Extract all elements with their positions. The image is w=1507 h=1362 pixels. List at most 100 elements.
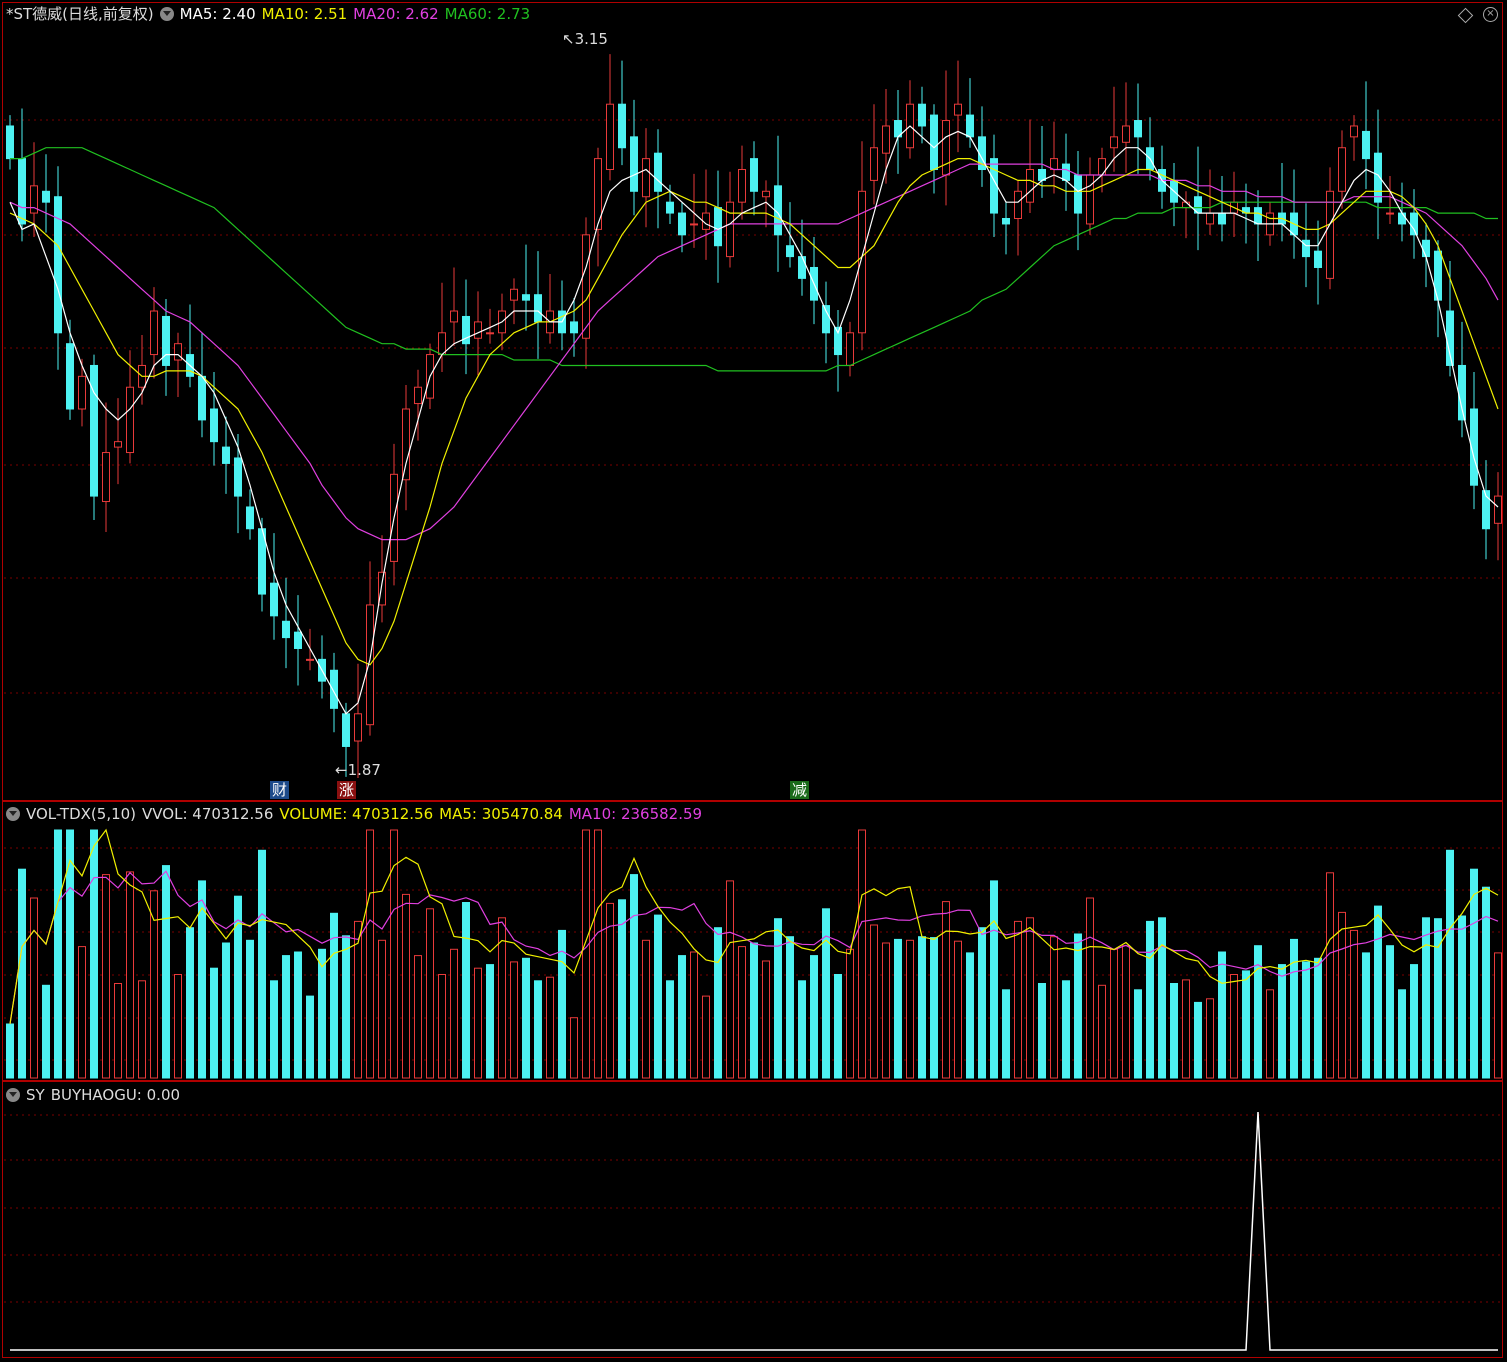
candle-body[interactable] [402,408,410,481]
volume-bar[interactable] [1230,974,1238,1079]
volume-bar[interactable] [1386,945,1394,1079]
candle-body[interactable] [522,294,530,301]
volume-bar[interactable] [738,946,746,1079]
candle-body[interactable] [78,375,86,410]
candle-body[interactable] [474,321,482,339]
volume-bar[interactable] [306,995,314,1079]
volume-bar[interactable] [1314,957,1322,1079]
candle-body[interactable] [618,103,626,149]
candle-body[interactable] [6,125,14,160]
volume-bar[interactable] [942,901,950,1079]
candle-body[interactable] [354,713,362,742]
volume-bar[interactable] [834,974,842,1079]
volume-bar[interactable] [450,948,458,1079]
candle-body[interactable] [1014,190,1022,220]
volume-bar[interactable] [594,829,602,1079]
candle-body[interactable] [66,343,74,410]
candle-body[interactable] [642,158,650,198]
volume-bar[interactable] [606,902,614,1079]
candle-body[interactable] [606,103,614,171]
volume-bar[interactable] [318,948,326,1079]
volume-bar[interactable] [1242,970,1250,1079]
candle-body[interactable] [690,223,698,226]
candle-body[interactable] [1494,495,1502,524]
volume-bar[interactable] [378,939,386,1079]
candle-body[interactable] [798,256,806,279]
volume-bar[interactable] [1302,961,1310,1079]
volume-bar[interactable] [1458,915,1466,1079]
volume-bar[interactable] [1482,886,1490,1079]
candle-body[interactable] [1110,136,1118,149]
candle-body[interactable] [210,408,218,443]
candle-body[interactable] [654,152,662,192]
candle-body[interactable] [930,114,938,171]
volume-bar[interactable] [1410,964,1418,1079]
volume-bar[interactable] [222,942,230,1079]
volume-bar[interactable] [42,984,50,1079]
volume-bar[interactable] [474,967,482,1079]
candle-body[interactable] [678,212,686,236]
volume-bar[interactable] [1086,897,1094,1079]
volume-bar[interactable] [882,942,890,1079]
volume-bar[interactable] [1050,936,1058,1079]
candle-body[interactable] [246,506,254,530]
candle-body[interactable] [270,582,278,617]
candle-body[interactable] [846,332,854,366]
candle-body[interactable] [90,364,98,497]
volume-bar[interactable] [1290,938,1298,1079]
volume-bar[interactable] [630,874,638,1079]
volume-bar[interactable] [534,980,542,1079]
candle-body[interactable] [762,190,770,198]
candle-body[interactable] [330,669,338,709]
candle-body[interactable] [1086,174,1094,225]
volume-bar[interactable] [678,955,686,1079]
volume-bar[interactable] [138,980,146,1079]
candle-body[interactable] [534,294,542,323]
volume-bar[interactable] [522,957,530,1079]
candle-body[interactable] [582,234,590,339]
volume-bar[interactable] [570,1017,578,1079]
volume-bar[interactable] [954,940,962,1079]
volume-bar[interactable] [1146,920,1154,1079]
volume-bar[interactable] [366,829,374,1079]
candle-body[interactable] [918,103,926,127]
volume-bar[interactable] [1218,951,1226,1079]
volume-bar[interactable] [798,980,806,1079]
volume-bar[interactable] [1014,920,1022,1079]
candle-body[interactable] [1206,212,1214,225]
volume-bar[interactable] [414,955,422,1079]
candle-body[interactable] [1422,239,1430,258]
candle-body[interactable] [282,620,290,639]
volume-bar[interactable] [870,924,878,1079]
volume-bar[interactable] [78,946,86,1079]
candle-body[interactable] [150,310,158,356]
volume-bar[interactable] [846,948,854,1079]
candle-body[interactable] [1122,125,1130,143]
candle-body[interactable] [438,332,446,356]
volume-bar[interactable] [186,927,194,1079]
volume-bar[interactable] [282,955,290,1079]
marker-reduce[interactable]: 减 [790,781,810,799]
candle-body[interactable] [510,288,518,301]
candle-body[interactable] [1350,125,1358,138]
volume-bar[interactable] [1134,989,1142,1079]
candle-body[interactable] [966,114,974,138]
volume-bar[interactable] [990,880,998,1079]
candle-body[interactable] [450,310,458,323]
volume-bar[interactable] [1470,868,1478,1079]
volume-bar[interactable] [246,939,254,1079]
volume-bar[interactable] [918,936,926,1079]
candle-body[interactable] [126,386,134,454]
marker-finance[interactable]: 财 [270,781,290,799]
volume-bar[interactable] [582,829,590,1079]
volume-bar[interactable] [546,976,554,1079]
volume-bar[interactable] [1338,911,1346,1079]
candle-body[interactable] [486,332,494,335]
volume-bar[interactable] [390,829,398,1079]
volume-bar[interactable] [1446,849,1454,1079]
volume-bar[interactable] [90,829,98,1079]
volume-bar[interactable] [1002,989,1010,1079]
volume-bar[interactable] [1026,917,1034,1079]
volume-bar[interactable] [426,908,434,1079]
volume-bar[interactable] [18,868,26,1079]
